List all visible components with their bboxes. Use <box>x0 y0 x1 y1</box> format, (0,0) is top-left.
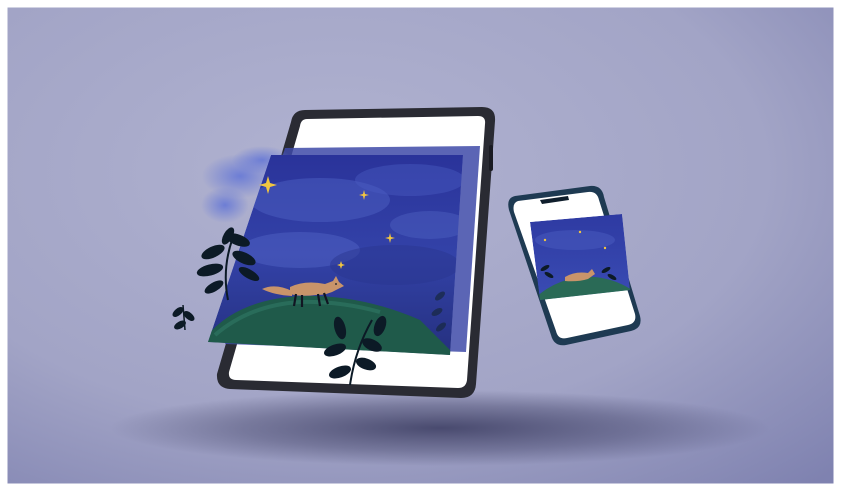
phone-artwork-cloud <box>535 230 615 250</box>
cloud <box>201 187 249 223</box>
star-icon <box>603 246 607 250</box>
sky-cloud <box>355 164 463 196</box>
sky-cloud <box>330 245 460 285</box>
scene <box>0 0 841 491</box>
floor-shadow <box>110 390 770 466</box>
tablet-side-button <box>489 145 493 171</box>
fox-eye <box>335 283 337 285</box>
star-icon <box>578 230 582 234</box>
star-icon <box>543 238 547 242</box>
